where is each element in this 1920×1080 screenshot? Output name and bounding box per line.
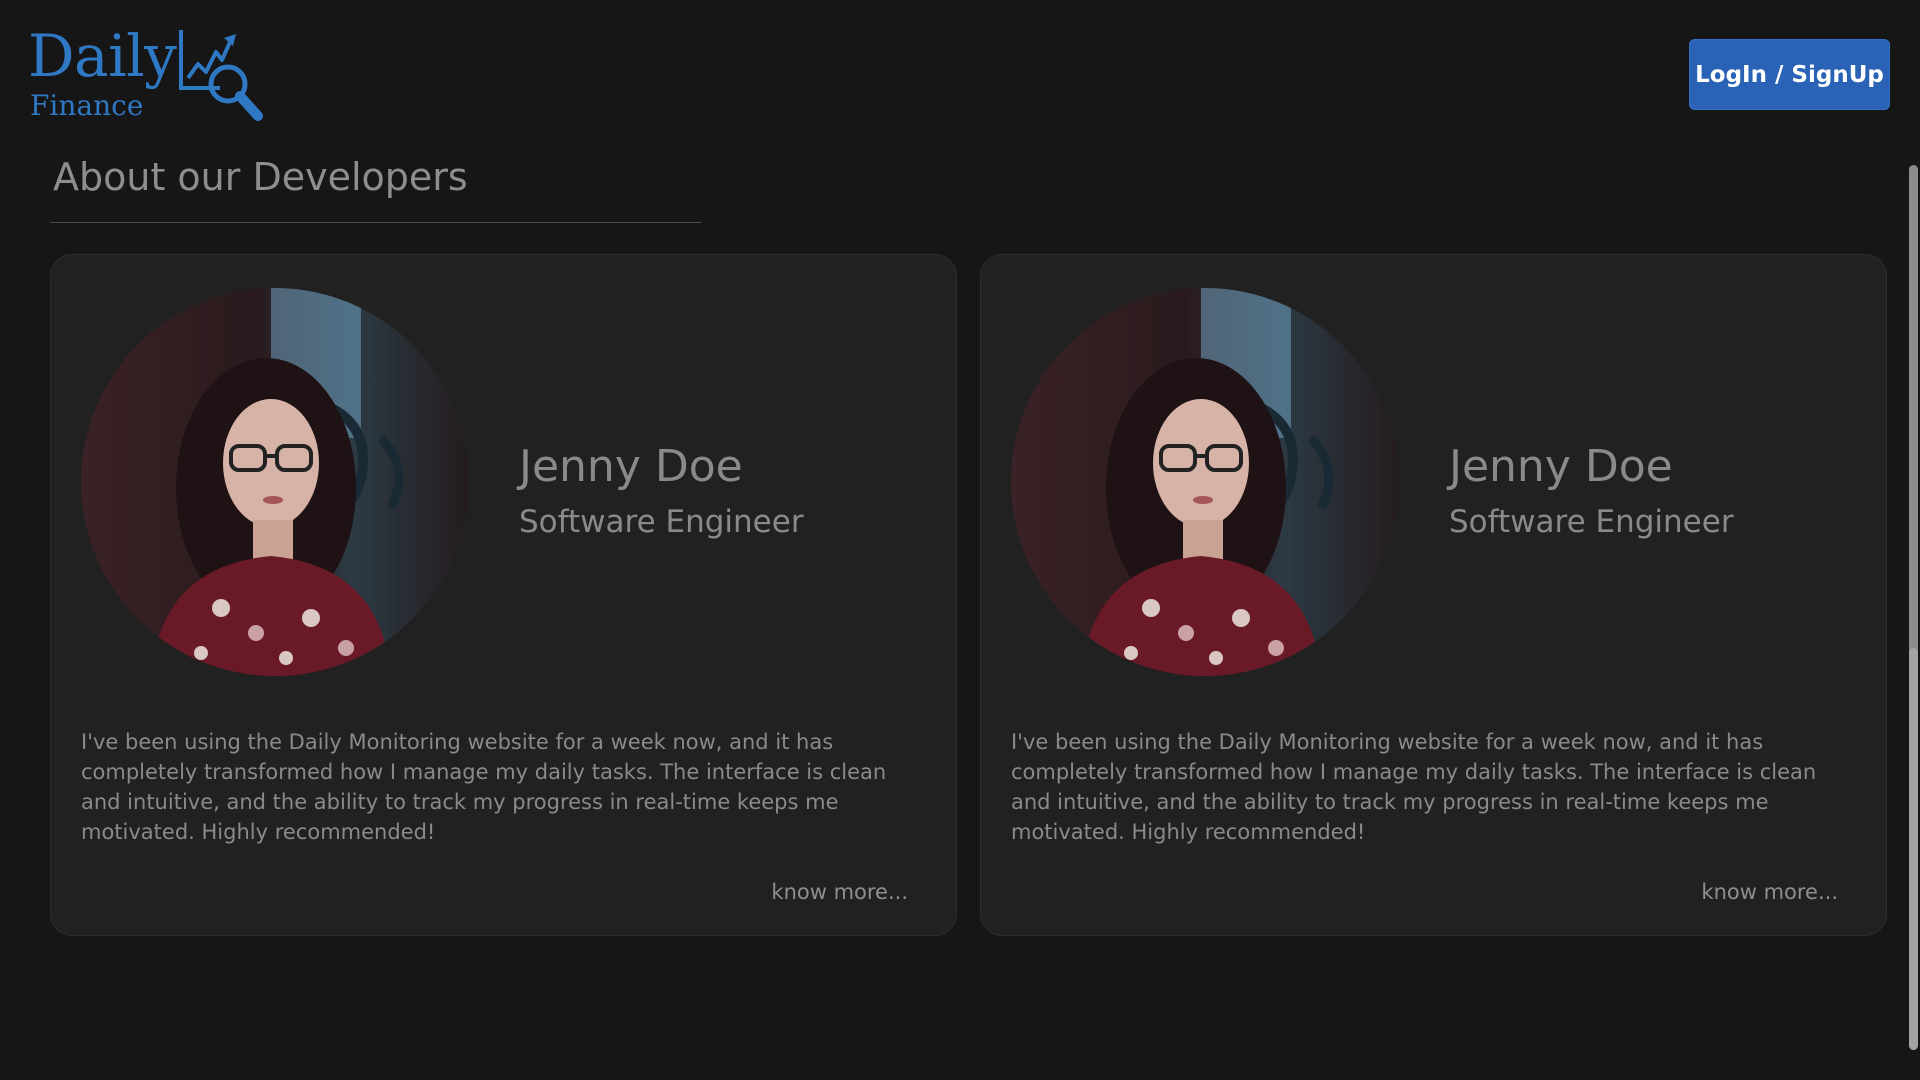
developer-name: Jenny Doe bbox=[519, 441, 743, 492]
chart-magnifier-icon bbox=[179, 30, 263, 121]
login-signup-button[interactable]: LogIn / SignUp bbox=[1689, 39, 1890, 110]
scrollbar-thumb-active[interactable] bbox=[1909, 648, 1918, 1050]
logo-word: Daily bbox=[28, 22, 177, 90]
developer-photo bbox=[81, 288, 469, 676]
logo[interactable]: Daily Finance bbox=[28, 24, 278, 124]
know-more-link[interactable]: know more... bbox=[1701, 877, 1838, 907]
know-more-link[interactable]: know more... bbox=[771, 877, 908, 907]
developer-role: Software Engineer bbox=[519, 504, 804, 540]
developer-card: Jenny Doe Software Engineer I've been us… bbox=[50, 254, 957, 936]
developer-bio: I've been using the Daily Monitoring web… bbox=[1011, 730, 1817, 844]
title-divider bbox=[50, 222, 701, 223]
page-title: About our Developers bbox=[53, 155, 468, 199]
developer-card: Jenny Doe Software Engineer I've been us… bbox=[980, 254, 1887, 936]
developer-bio: I've been using the Daily Monitoring web… bbox=[81, 730, 887, 844]
developer-role: Software Engineer bbox=[1449, 504, 1734, 540]
developer-name: Jenny Doe bbox=[1449, 441, 1673, 492]
avatar bbox=[81, 288, 469, 676]
developer-photo bbox=[1011, 288, 1399, 676]
avatar bbox=[1011, 288, 1399, 676]
logo-sub: Finance bbox=[30, 89, 144, 122]
page: Daily Finance LogIn / SignUp About our D… bbox=[0, 0, 1920, 1080]
